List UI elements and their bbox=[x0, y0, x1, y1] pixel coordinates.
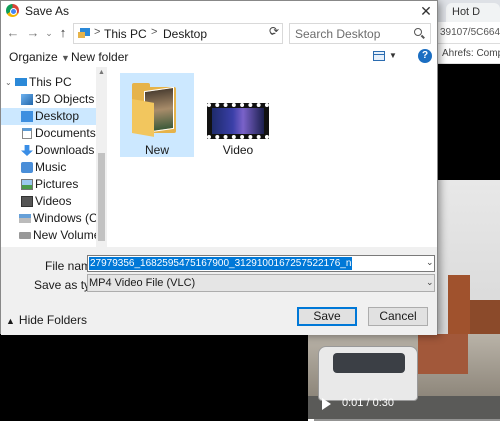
sidebar-item-label: Downloads bbox=[35, 143, 95, 157]
scrollbar-thumb[interactable] bbox=[98, 153, 105, 241]
view-chevron-icon: ▼ bbox=[389, 51, 397, 60]
sidebar-item-videos[interactable]: Videos bbox=[1, 193, 96, 210]
save-as-type-value: MP4 Video File (VLC) bbox=[89, 277, 196, 289]
sidebar-item-label: Windows (C:) bbox=[33, 211, 106, 225]
dialog-titlebar[interactable]: Save As ✕ bbox=[1, 1, 437, 21]
expand-chevron-icon[interactable]: ⌄ bbox=[5, 74, 12, 91]
file-item-video[interactable]: Video bbox=[201, 73, 275, 157]
hide-folders-button[interactable]: ▲ Hide Folders bbox=[6, 313, 87, 327]
sidebar-item-label: Desktop bbox=[35, 109, 80, 123]
change-view-button[interactable]: ▼ bbox=[373, 51, 397, 63]
this-pc-icon bbox=[78, 28, 90, 39]
video-file-icon bbox=[207, 103, 269, 139]
breadcrumb-separator: > bbox=[151, 26, 158, 38]
video-controls: 0:01 / 0:30 bbox=[308, 392, 500, 421]
chrome-icon bbox=[6, 4, 19, 17]
drive-icon bbox=[19, 232, 31, 239]
organize-label: Organize bbox=[9, 50, 58, 64]
sidebar-item-label: Music bbox=[35, 160, 67, 174]
address-bar[interactable]: > This PC > Desktop ⌄ bbox=[73, 23, 283, 44]
hide-folders-label: Hide Folders bbox=[18, 313, 87, 327]
video-thumbnail bbox=[212, 108, 264, 134]
breadcrumb-this-pc[interactable]: This PC bbox=[104, 27, 147, 41]
sidebar-item-downloads[interactable]: Downloads bbox=[1, 142, 96, 159]
sidebar-item-music[interactable]: Music bbox=[1, 159, 96, 176]
file-name-chevron-icon[interactable]: ⌄ bbox=[426, 257, 434, 268]
sidebar-item-label: Documents bbox=[35, 126, 96, 140]
sidebar-item-desktop[interactable]: Desktop bbox=[1, 108, 96, 125]
refresh-icon[interactable]: ⟳ bbox=[269, 24, 279, 38]
extension-bar: Ahrefs: Compet bbox=[438, 44, 500, 64]
sidebar-item-label: 3D Objects bbox=[35, 92, 95, 106]
folder-icon-front bbox=[132, 99, 154, 137]
video-player[interactable]: 0:01 / 0:30 bbox=[308, 334, 500, 421]
sidebar-item-windows-c[interactable]: Windows (C:) bbox=[1, 210, 105, 227]
3d-objects-icon bbox=[21, 94, 33, 105]
video-frame-building bbox=[418, 334, 468, 374]
search-icon bbox=[414, 28, 425, 39]
navigation-pane-scrollbar[interactable]: ▲ bbox=[96, 67, 107, 247]
computer-icon bbox=[15, 78, 27, 86]
sidebar-item-this-pc[interactable]: ⌄ This PC bbox=[1, 74, 96, 91]
save-options-panel: File name: 27979356_1682595475167900_312… bbox=[1, 247, 437, 335]
downloads-icon bbox=[21, 145, 33, 156]
scroll-up-icon[interactable]: ▲ bbox=[98, 69, 105, 76]
desktop-icon bbox=[21, 111, 33, 122]
drive-icon bbox=[19, 214, 31, 223]
file-list: New Video bbox=[107, 67, 437, 247]
breadcrumb-desktop[interactable]: Desktop bbox=[163, 27, 207, 41]
file-name-field[interactable]: 27979356_1682595475167900_31291001672575… bbox=[87, 255, 435, 272]
close-icon[interactable]: ✕ bbox=[413, 1, 439, 21]
sidebar-item-new-volume-d[interactable]: New Volume (D: bbox=[1, 227, 107, 244]
video-time: 0:01 / 0:30 bbox=[342, 397, 394, 409]
file-name-value[interactable]: 27979356_1682595475167900_31291001672575… bbox=[89, 257, 353, 270]
sidebar-item-pictures[interactable]: Pictures bbox=[1, 176, 96, 193]
sidebar-item-label: Videos bbox=[35, 194, 72, 208]
organize-button[interactable]: Organize ▼ bbox=[9, 50, 70, 64]
navigation-pane: ⌄ This PC 3D Objects Desktop Documents D… bbox=[1, 67, 107, 247]
file-name-label: Video bbox=[222, 143, 254, 157]
help-icon[interactable]: ? bbox=[418, 49, 432, 63]
new-folder-button[interactable]: New folder bbox=[71, 50, 128, 64]
browser-tab-bar: Hot D bbox=[438, 0, 500, 22]
search-input[interactable]: Search Desktop bbox=[295, 27, 380, 41]
play-icon[interactable] bbox=[322, 398, 331, 410]
file-item-folder[interactable]: New bbox=[120, 73, 194, 157]
back-arrow-icon[interactable]: ← bbox=[5, 25, 21, 41]
sidebar-item-documents[interactable]: Documents bbox=[1, 125, 96, 142]
video-frame-car-window bbox=[333, 353, 405, 373]
music-icon bbox=[21, 162, 33, 173]
sidebar-item-label: This PC bbox=[29, 75, 72, 89]
videos-icon bbox=[21, 196, 33, 207]
sidebar-item-label: Pictures bbox=[35, 177, 79, 191]
browser-tab[interactable]: Hot D bbox=[446, 3, 500, 22]
save-button[interactable]: Save bbox=[297, 307, 357, 326]
command-bar: Organize ▼ New folder ▼ ? bbox=[1, 47, 437, 67]
sidebar-item-3d-objects[interactable]: 3D Objects bbox=[1, 91, 96, 108]
forward-arrow-icon[interactable]: → bbox=[25, 25, 41, 41]
browser-url-bar[interactable]: 39107/5C6647 bbox=[438, 22, 500, 44]
chevron-up-icon: ▲ bbox=[6, 316, 15, 326]
cancel-button[interactable]: Cancel bbox=[368, 307, 428, 326]
up-arrow-icon[interactable]: ↑ bbox=[55, 25, 71, 41]
breadcrumb-separator: > bbox=[94, 26, 101, 38]
save-as-type-select[interactable]: MP4 Video File (VLC) ⌄ bbox=[87, 274, 435, 292]
view-icon bbox=[373, 51, 385, 61]
save-as-dialog: Save As ✕ ← → ⌄ ↑ > This PC > Desktop ⌄ … bbox=[0, 0, 438, 335]
organize-chevron-icon: ▼ bbox=[61, 53, 70, 63]
search-box[interactable]: Search Desktop bbox=[289, 23, 431, 44]
documents-icon bbox=[22, 128, 32, 139]
file-name-label: New bbox=[144, 143, 169, 157]
dialog-title: Save As bbox=[25, 4, 70, 18]
save-as-type-chevron-icon[interactable]: ⌄ bbox=[426, 277, 434, 288]
navigation-bar: ← → ⌄ ↑ > This PC > Desktop ⌄ ⟳ Search D… bbox=[1, 21, 437, 47]
pictures-icon bbox=[21, 179, 33, 190]
